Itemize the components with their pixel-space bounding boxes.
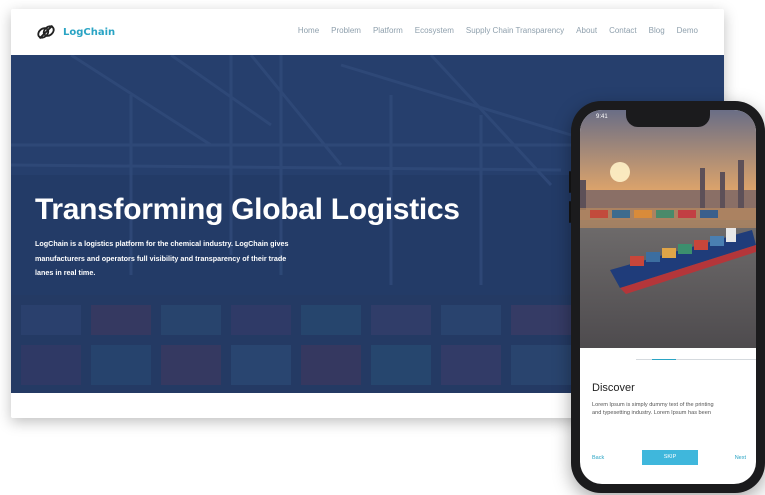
nav-blog[interactable]: Blog bbox=[649, 26, 665, 35]
discover-title: Discover bbox=[592, 382, 635, 394]
slide-progress-fill bbox=[652, 359, 676, 360]
phone-screen: 9:41 Discover Lorem Ipsum is simply dumm… bbox=[580, 110, 756, 484]
discover-text: Lorem Ipsum is simply dummy text of the … bbox=[592, 402, 714, 416]
logo[interactable]: LogChain bbox=[35, 21, 115, 43]
nav-ecosystem[interactable]: Ecosystem bbox=[415, 26, 454, 35]
nav-about[interactable]: About bbox=[576, 26, 597, 35]
hero-description: LogChain is a logistics platform for the… bbox=[35, 239, 289, 277]
nav-problem[interactable]: Problem bbox=[331, 26, 361, 35]
phone-side-button bbox=[569, 171, 571, 193]
slide-progress bbox=[636, 359, 756, 360]
hero-title: Transforming Global Logistics bbox=[35, 193, 460, 226]
top-nav: LogChain Home Problem Platform Ecosystem… bbox=[11, 9, 724, 55]
nav-platform[interactable]: Platform bbox=[373, 26, 403, 35]
logo-text: LogChain bbox=[63, 26, 116, 38]
status-time: 9:41 bbox=[596, 114, 608, 120]
skip-button[interactable]: SKIP bbox=[642, 450, 698, 465]
phone-notch bbox=[626, 110, 710, 127]
nav-home[interactable]: Home bbox=[298, 26, 319, 35]
cargo-ship-image bbox=[580, 110, 756, 348]
nav-contact[interactable]: Contact bbox=[609, 26, 637, 35]
back-button[interactable]: Back bbox=[592, 455, 604, 461]
phone-side-button bbox=[569, 201, 571, 223]
next-button[interactable]: Next bbox=[735, 455, 746, 461]
logchain-logo-icon bbox=[37, 24, 55, 40]
nav-demo[interactable]: Demo bbox=[677, 26, 698, 35]
nav-supply-chain[interactable]: Supply Chain Transparency bbox=[466, 26, 564, 35]
phone-mockup: 9:41 Discover Lorem Ipsum is simply dumm… bbox=[569, 101, 765, 493]
nav-links: Home Problem Platform Ecosystem Supply C… bbox=[298, 26, 698, 35]
